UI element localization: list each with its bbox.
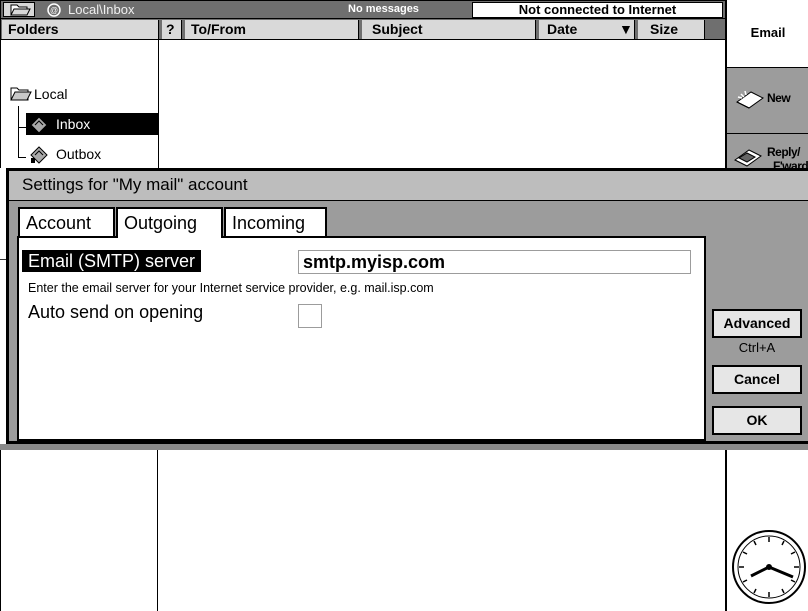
cancel-button[interactable]: Cancel [712,365,802,394]
svg-text:@: @ [50,6,58,15]
mailbox-icon [30,116,48,134]
folder-toggle-button[interactable] [3,2,35,17]
open-folder-icon [10,4,31,16]
email-app-icon: @ [47,3,61,17]
column-date-label: Date [547,21,578,37]
tree-item-local[interactable]: Local [10,83,67,105]
connection-status: Not connected to Internet [472,2,723,18]
open-folder-icon [10,87,32,101]
tab-account[interactable]: Account [18,207,115,238]
auto-send-checkbox[interactable] [298,304,322,328]
advanced-button[interactable]: Advanced [712,309,802,338]
smtp-server-hint: Enter the email server for your Internet… [28,281,434,295]
tab-incoming[interactable]: Incoming [224,207,327,238]
tab-panel-outgoing: Email (SMTP) server Enter the email serv… [17,236,706,441]
sort-descending-icon: ▼ [619,21,633,37]
column-question[interactable]: ? [162,20,182,39]
tree-connector [18,127,26,128]
column-folders[interactable]: Folders [2,20,159,39]
column-header: Folders ? To/From Subject Date ▼ Size [0,19,726,40]
new-mail-icon [736,90,764,109]
column-date[interactable]: Date ▼ [539,20,635,39]
active-tab-joint [118,236,221,239]
analog-clock-icon [732,530,806,604]
tree-item-label: Inbox [56,116,91,132]
folder-tree-pane-lower [0,450,158,611]
tree-item-label: Local [34,86,68,102]
smtp-server-label: Email (SMTP) server [22,250,202,272]
new-button[interactable]: New [727,68,808,134]
toolbar-title: Email [727,0,808,68]
auto-send-label: Auto send on opening [28,302,204,322]
dialog-title: Settings for "My mail" account [9,171,808,201]
ok-button[interactable]: OK [712,406,802,435]
smtp-server-input[interactable] [298,250,691,274]
tree-connector [18,157,26,158]
column-size[interactable]: Size [638,20,705,39]
tab-outgoing[interactable]: Outgoing [116,207,223,238]
settings-dialog: Settings for "My mail" account Account O… [6,168,808,444]
column-subject[interactable]: Subject [362,20,536,39]
column-to-from[interactable]: To/From [185,20,359,39]
dialog-shadow [0,444,808,450]
message-list-pane-lower[interactable] [158,450,726,611]
tree-item-label: Outbox [56,146,102,162]
mailbox-icon [30,146,48,164]
advanced-shortcut-hint: Ctrl+A [738,340,776,355]
reply-label-line1: Reply/ [767,145,801,159]
tree-connector [18,106,19,158]
location-title: Local\Inbox [68,2,135,17]
new-button-label: New [767,91,791,105]
message-count: No messages [348,3,419,15]
message-list-pane[interactable] [158,40,726,168]
title-bar: @ Local\Inbox No messages Not connected … [0,0,726,19]
